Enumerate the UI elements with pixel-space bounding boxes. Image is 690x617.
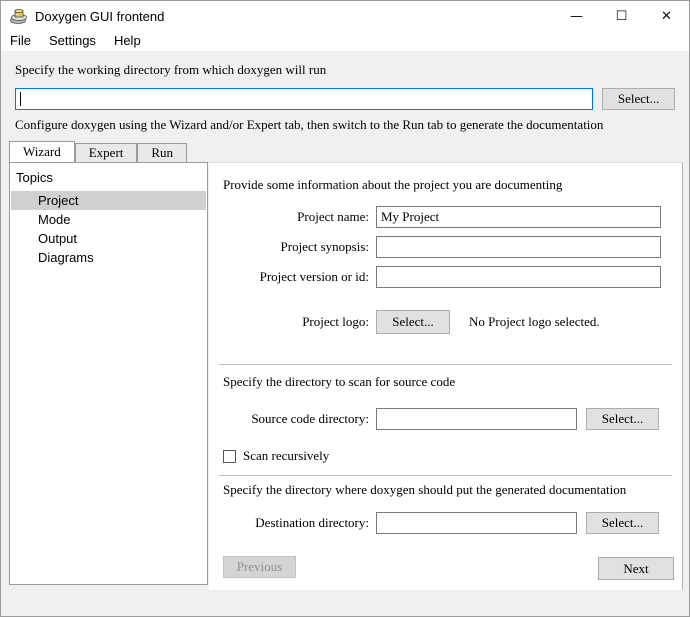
close-icon: ✕ [661,9,672,24]
text-cursor [20,92,21,106]
source-dir-input[interactable] [376,408,577,430]
app-window: Doxygen GUI frontend — ☐ ✕ File Settings… [0,0,690,617]
project-logo-label: Project logo: [209,314,369,330]
scan-recursively-label: Scan recursively [243,448,329,464]
scan-recursively-row: Scan recursively [223,448,329,464]
title-bar: Doxygen GUI frontend — ☐ ✕ [1,1,689,31]
project-version-input[interactable] [376,266,661,288]
window-controls: — ☐ ✕ [554,1,689,31]
working-dir-input-wrap [15,88,593,110]
topics-panel: Topics Project Mode Output Diagrams [9,162,208,585]
source-dir-label: Source code directory: [209,411,369,427]
topic-item-mode[interactable]: Mode [11,210,206,229]
previous-button[interactable]: Previous [223,556,296,578]
project-logo-row: Project logo: Select... No Project logo … [209,310,600,334]
project-logo-select-button[interactable]: Select... [376,310,450,334]
topics-header: Topics [10,163,207,191]
window-title: Doxygen GUI frontend [35,9,164,24]
tab-wizard[interactable]: Wizard [9,141,75,162]
menu-bar: File Settings Help [1,31,689,51]
topic-item-diagrams[interactable]: Diagrams [11,248,206,267]
tab-expert[interactable]: Expert [75,143,138,162]
close-button[interactable]: ✕ [644,1,689,31]
topic-item-project[interactable]: Project [11,191,206,210]
scan-recursively-checkbox[interactable] [223,450,236,463]
project-synopsis-input[interactable] [376,236,661,258]
tab-run[interactable]: Run [137,143,187,162]
source-dir-row: Source code directory: Select... [209,408,659,430]
working-dir-select-button[interactable]: Select... [602,88,675,110]
minimize-button[interactable]: — [554,1,599,31]
project-name-label: Project name: [209,209,369,225]
wizard-page: Provide some information about the proje… [209,162,683,590]
working-dir-input[interactable] [15,88,593,110]
configure-hint: Configure doxygen using the Wizard and/o… [15,117,675,133]
menu-settings[interactable]: Settings [40,31,105,51]
topic-item-output[interactable]: Output [11,229,206,248]
project-version-label: Project version or id: [209,269,369,285]
next-button[interactable]: Next [598,557,674,580]
dest-section-heading: Specify the directory where doxygen shou… [223,482,626,498]
section-divider [219,364,672,365]
maximize-button[interactable]: ☐ [599,1,644,31]
tab-bar: Wizard Expert Run [9,141,187,162]
section-divider [219,475,672,476]
project-synopsis-row: Project synopsis: [209,236,661,258]
working-dir-row: Select... [15,88,675,110]
working-dir-label: Specify the working directory from which… [15,62,675,78]
dest-dir-select-button[interactable]: Select... [586,512,659,534]
doxygen-app-icon [10,8,29,24]
minimize-icon: — [570,9,583,24]
maximize-icon: ☐ [616,9,628,24]
menu-help[interactable]: Help [105,31,150,51]
project-name-row: Project name: [209,206,661,228]
dest-dir-input[interactable] [376,512,577,534]
menu-file[interactable]: File [1,31,40,51]
project-logo-status: No Project logo selected. [469,314,600,330]
dest-dir-row: Destination directory: Select... [209,512,659,534]
dest-dir-label: Destination directory: [209,515,369,531]
project-synopsis-label: Project synopsis: [209,239,369,255]
source-section-heading: Specify the directory to scan for source… [223,374,455,390]
source-dir-select-button[interactable]: Select... [586,408,659,430]
project-intro-text: Provide some information about the proje… [223,177,562,193]
project-name-input[interactable] [376,206,661,228]
project-version-row: Project version or id: [209,266,661,288]
